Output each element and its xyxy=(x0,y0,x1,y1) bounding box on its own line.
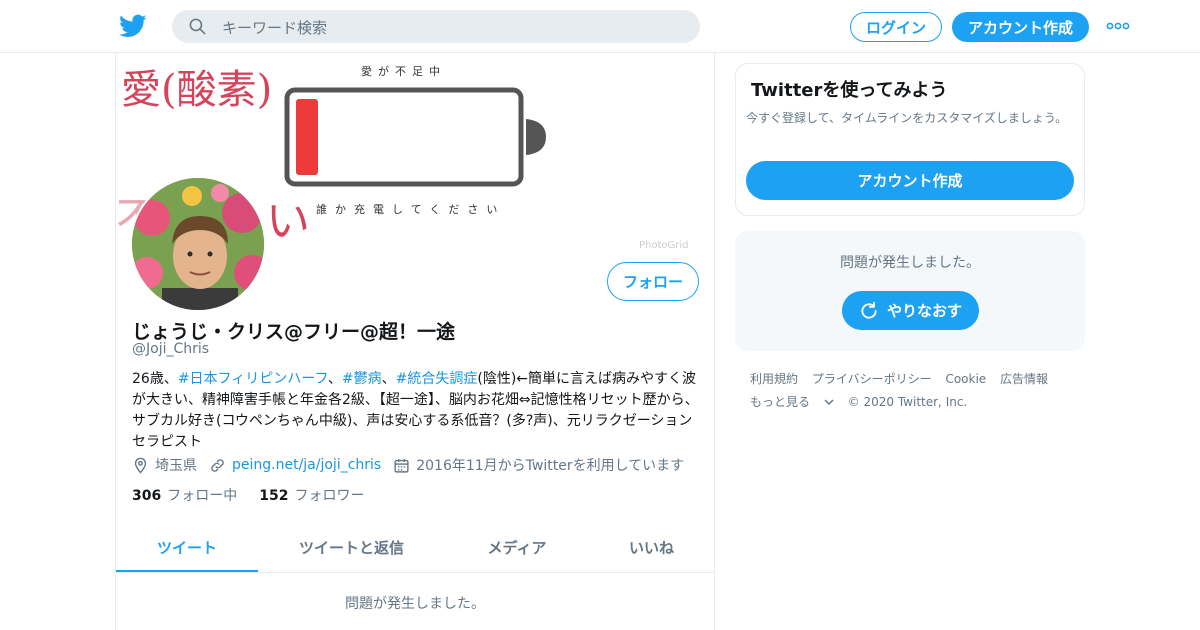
avatar-photo xyxy=(132,178,264,310)
profile-name: じょうじ・クリス@フリー@超！一途 xyxy=(132,321,456,343)
footer-second-row: もっと見る © 2020 Twitter, Inc. xyxy=(750,391,1070,414)
calendar-icon xyxy=(394,458,409,473)
profile-bio: 26歳、#日本フィリピンハーフ、#鬱病、#統合失調症(陰性)←簡単に言えば病みや… xyxy=(132,369,702,453)
follow-counts: 306 フォロー中 152 フォロワー xyxy=(132,485,386,505)
hashtag-link[interactable]: #統合失調症 xyxy=(396,371,478,387)
profile-location: 埼玉県 xyxy=(132,455,197,475)
tab-media[interactable]: メディア xyxy=(445,525,589,558)
footer-more-label: もっと見る xyxy=(750,395,811,409)
banner-bottom-text: 誰か充電してください xyxy=(316,203,506,216)
profile-meta: 埼玉県 peing.net/ja/joji_chris 2016年11月からTw… xyxy=(132,455,696,475)
tab-tweets[interactable]: ツイート xyxy=(116,525,258,558)
footer-copyright: © 2020 Twitter, Inc. xyxy=(847,395,968,409)
banner-watermark: PhotoGrid xyxy=(639,240,689,251)
more-dots-icon[interactable] xyxy=(1106,20,1130,32)
footer-links-row: 利用規約 プライバシーポリシー Cookie 広告情報 xyxy=(750,368,1070,391)
link-icon xyxy=(211,458,224,472)
tab-likes[interactable]: いいね xyxy=(589,525,714,558)
follow-button[interactable]: フォロー xyxy=(607,262,699,301)
following-label: フォロー中 xyxy=(167,488,238,504)
refresh-icon xyxy=(861,301,877,319)
footer-link-privacy[interactable]: プライバシーポリシー xyxy=(812,372,932,386)
footer-more-link[interactable]: もっと見る xyxy=(750,395,834,409)
profile-tabs: ツイート ツイートと返信 メディア いいね xyxy=(116,525,714,573)
profile-website[interactable]: peing.net/ja/joji_chris xyxy=(209,457,381,474)
login-button[interactable]: ログイン xyxy=(850,12,942,42)
banner-headline: 愛(酸素) xyxy=(121,67,273,113)
sidebar-footer: 利用規約 プライバシーポリシー Cookie 広告情報 もっと見る © 2020… xyxy=(750,368,1070,414)
following-count[interactable]: 306 フォロー中 xyxy=(132,485,237,505)
followers-number: 152 xyxy=(259,488,289,504)
hashtag-link[interactable]: #日本フィリピンハーフ xyxy=(178,371,328,387)
profile-column: 愛(酸素) 愛が不足中 不 い 誰か充電してください PhotoGrid xyxy=(115,53,715,630)
active-tab-indicator xyxy=(116,570,258,572)
location-text: 埼玉県 xyxy=(155,458,197,474)
retry-button[interactable]: やりなおす xyxy=(842,291,979,330)
search-icon xyxy=(189,18,206,35)
signup-card-subtitle: 今すぐ登録して、タイムラインをカスタマイズしましょう。 xyxy=(746,111,1068,125)
website-link[interactable]: peing.net/ja/joji_chris xyxy=(232,457,381,473)
sidebar-error-message: 問題が発生しました。 xyxy=(840,255,980,271)
banner-right-char: い xyxy=(266,196,310,247)
joined-text: 2016年11月からTwitterを利用しています xyxy=(416,458,685,474)
avatar[interactable] xyxy=(130,176,266,312)
twitter-logo-icon[interactable] xyxy=(119,12,147,40)
profile-handle[interactable]: @Joji_Chris xyxy=(132,341,209,357)
chevron-down-icon xyxy=(824,399,834,406)
bio-text: 、 xyxy=(381,371,396,387)
signup-card-title: Twitterを使ってみよう xyxy=(751,80,948,101)
profile-joined: 2016年11月からTwitterを利用しています xyxy=(393,455,684,475)
top-navigation-bar: キーワード検索 ログイン アカウント作成 xyxy=(0,0,1200,53)
search-box[interactable]: キーワード検索 xyxy=(172,10,700,43)
battery-icon xyxy=(284,87,546,187)
footer-link-ads[interactable]: 広告情報 xyxy=(1000,372,1048,386)
banner-top-text: 愛が不足中 xyxy=(361,65,446,78)
signup-card: Twitterを使ってみよう 今すぐ登録して、タイムラインをカスタマイズしましょ… xyxy=(735,63,1085,216)
signup-button[interactable]: アカウント作成 xyxy=(952,12,1089,42)
hashtag-link[interactable]: #鬱病 xyxy=(342,371,382,387)
timeline-error-message: 問題が発生しました。 xyxy=(345,596,485,612)
footer-link-cookie[interactable]: Cookie xyxy=(945,372,986,386)
footer-link-terms[interactable]: 利用規約 xyxy=(750,372,798,386)
followers-label: フォロワー xyxy=(294,488,365,504)
sidebar-error-card: 問題が発生しました。 やりなおす xyxy=(735,231,1085,351)
retry-label: やりなおす xyxy=(886,302,962,320)
signup-card-button[interactable]: アカウント作成 xyxy=(746,161,1074,200)
location-icon xyxy=(134,457,147,474)
bio-text: 、 xyxy=(327,371,342,387)
followers-count[interactable]: 152 フォロワー xyxy=(259,485,364,505)
bio-text: 26歳、 xyxy=(132,371,178,387)
tab-tweets-and-replies[interactable]: ツイートと返信 xyxy=(258,525,445,558)
following-number: 306 xyxy=(132,488,162,504)
search-input[interactable]: キーワード検索 xyxy=(222,17,327,38)
